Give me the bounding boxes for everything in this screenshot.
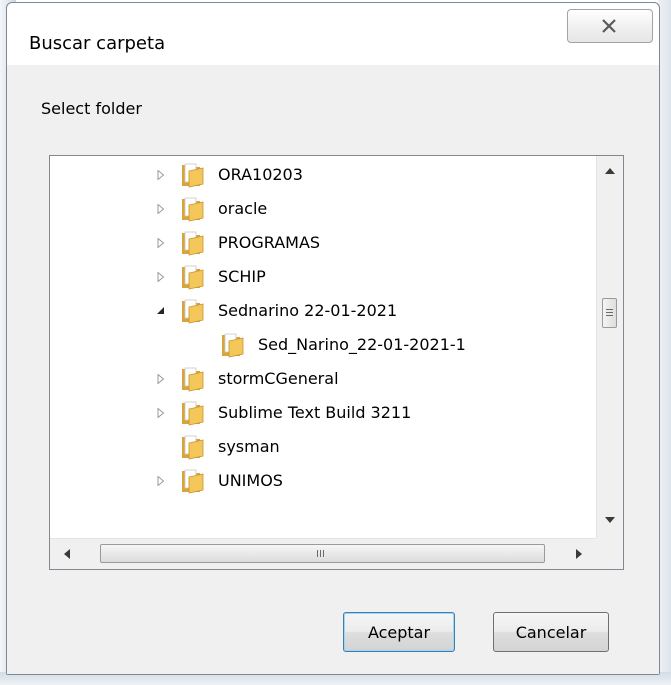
scroll-right-arrow-icon [576,549,582,559]
select-folder-label: Select folder [41,99,142,118]
collapse-arrow-icon[interactable] [156,306,166,316]
tree-item[interactable]: UNIMOS [50,464,570,498]
tree-item[interactable]: ORA10203 [50,158,570,192]
scroll-down-button[interactable] [601,511,619,529]
tree-item[interactable]: PROGRAMAS [50,226,570,260]
tree-item-label: sysman [218,437,280,456]
tree-item[interactable]: Sublime Text Build 3211 [50,396,570,430]
dialog-body: Select folder ORA10203 oracle PROGRAMAS SCH… [7,65,659,674]
folder-icon [182,197,204,222]
vertical-scroll-thumb[interactable] [602,298,617,328]
expand-arrow-icon[interactable] [156,170,166,180]
tree-item-label: UNIMOS [218,471,283,490]
folder-tree-viewport: ORA10203 oracle PROGRAMAS SCHIP Sednarino 22… [50,156,594,538]
tree-item-label: oracle [218,199,268,218]
grip-line [320,550,321,557]
tree-item-label: Sublime Text Build 3211 [218,403,412,422]
folder-icon [182,367,204,392]
scroll-down-arrow-icon [605,517,615,523]
scroll-right-button[interactable] [570,545,588,563]
folder-icon [182,299,204,324]
tree-item-label: PROGRAMAS [218,233,321,252]
scroll-left-arrow-icon [64,549,70,559]
folder-icon [182,231,204,256]
title-bar[interactable]: Buscar carpeta [7,3,659,65]
ok-button[interactable]: Aceptar [343,612,455,652]
close-icon [602,19,616,33]
grip-line [323,550,324,557]
scroll-left-button[interactable] [58,545,76,563]
folder-icon [182,163,204,188]
expand-arrow-icon[interactable] [156,374,166,384]
folder-icon [182,435,204,460]
folder-icon [222,333,244,358]
expand-arrow-icon[interactable] [156,272,166,282]
tree-item[interactable]: sysman [50,430,570,464]
scrollbar-corner [596,538,623,569]
browse-folder-dialog: Buscar carpeta Select folder ORA10203 ora… [6,2,660,675]
scroll-up-arrow-icon [605,168,615,174]
tree-item-label: ORA10203 [218,165,303,184]
tree-item[interactable]: Sednarino 22-01-2021 [50,294,570,328]
dialog-title: Buscar carpeta [29,33,166,54]
grip-line [606,312,613,313]
horizontal-scroll-thumb[interactable] [100,544,545,563]
cancel-button[interactable]: Cancelar [493,612,609,652]
folder-icon [182,469,204,494]
tree-item-label: stormCGeneral [218,369,339,388]
grip-line [317,550,318,557]
tree-item[interactable]: oracle [50,192,570,226]
grip-line [606,315,613,316]
expand-arrow-icon[interactable] [156,204,166,214]
vertical-scrollbar[interactable] [596,156,623,538]
scroll-up-button[interactable] [601,162,619,180]
expand-arrow-icon[interactable] [156,476,166,486]
expand-arrow-icon[interactable] [156,238,166,248]
tree-item[interactable]: SCHIP [50,260,570,294]
tree-item[interactable]: stormCGeneral [50,362,570,396]
folder-icon [182,401,204,426]
horizontal-scrollbar[interactable] [50,538,596,569]
folder-tree[interactable]: ORA10203 oracle PROGRAMAS SCHIP Sednarino 22… [49,155,624,570]
expand-arrow-icon[interactable] [156,408,166,418]
close-button[interactable] [567,9,653,43]
grip-line [606,309,613,310]
folder-icon [182,265,204,290]
tree-item-label: Sed_Narino_22-01-2021-1 [258,335,466,354]
tree-item-label: Sednarino 22-01-2021 [218,301,398,320]
tree-item[interactable]: Sed_Narino_22-01-2021-1 [50,328,570,362]
tree-item-label: SCHIP [218,267,266,286]
